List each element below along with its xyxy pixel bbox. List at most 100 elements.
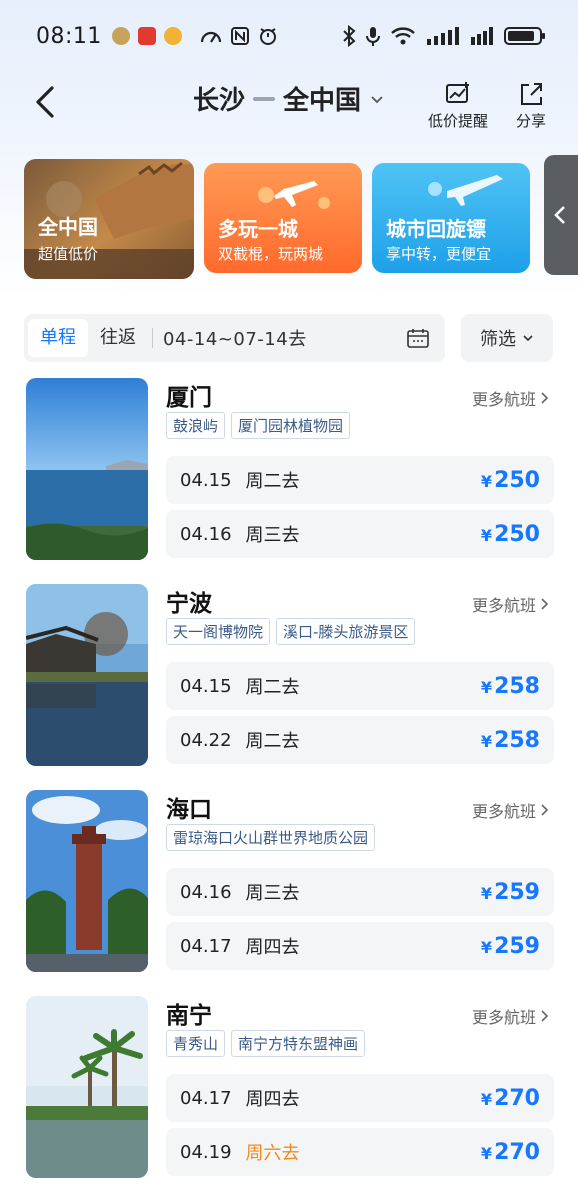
price-alert-button[interactable]: 低价提醒 <box>428 80 488 131</box>
price-value: 270 <box>494 1085 540 1111</box>
currency-symbol: ¥ <box>480 471 493 491</box>
route-selector[interactable]: 长沙 全中国 <box>0 80 578 117</box>
chevron-down-icon <box>523 335 533 342</box>
chevron-right-icon <box>541 804 549 816</box>
more-flights-label: 更多航班 <box>471 1008 536 1027</box>
more-flights-link[interactable]: 更多航班 <box>472 386 550 410</box>
destination-card-nanning[interactable]: 南宁 更多航班 青秀山 南宁方特东盟神画 04.17 周四去 ¥270 04.1… <box>24 996 554 1184</box>
flight-row[interactable]: 04.15 周二去 ¥250 <box>166 456 554 504</box>
destination-card-xiamen[interactable]: 厦门 更多航班 鼓浪屿 厦门园林植物园 04.15 周二去 ¥250 04.16… <box>24 378 554 566</box>
flight-row[interactable]: 04.19 周六去 ¥270 <box>166 1128 554 1176</box>
flight-date: 04.17 <box>180 935 232 957</box>
flight-price: ¥258 <box>481 728 540 753</box>
flight-weekday: 周二去 <box>245 731 300 752</box>
wifi-icon <box>391 27 415 45</box>
flight-date: 04.16 <box>180 523 232 545</box>
destination-name: 厦门 <box>166 385 212 411</box>
attraction-tag: 天一阁博物院 <box>166 618 271 645</box>
filter-label: 筛选 <box>480 329 516 350</box>
more-flights-link[interactable]: 更多航班 <box>472 1004 550 1028</box>
promo-banners: 全中国 超值低价 多玩一城 双截棍，玩两城 城市回旋镖 享中转，更便宜 <box>24 155 530 281</box>
speed-icon <box>200 31 222 43</box>
banner-title: 多玩一城 <box>218 217 298 241</box>
flight-date: 04.16 <box>180 881 232 903</box>
flight-date: 04.17 <box>180 1087 232 1109</box>
banner-boomerang[interactable]: 城市回旋镖 享中转，更便宜 <box>372 163 530 273</box>
trip-type-selector: 单程 往返 04-14~07-14去 <box>24 314 445 362</box>
more-flights-label: 更多航班 <box>471 390 536 409</box>
flight-row[interactable]: 04.17 周四去 ¥259 <box>166 922 554 970</box>
date-range[interactable]: 04-14~07-14去 <box>163 325 307 351</box>
top-nav-bar: 长沙 全中国 低价提醒 分享 <box>0 72 578 138</box>
banner-subtitle: 超值低价 <box>38 245 99 263</box>
flight-price: ¥258 <box>481 674 540 699</box>
bluetooth-icon <box>343 25 356 47</box>
destination-name: 南宁 <box>166 1003 212 1029</box>
share-icon <box>521 83 542 105</box>
more-flights-link[interactable]: 更多航班 <box>472 798 550 822</box>
destination-photo <box>26 378 148 560</box>
banner-title: 城市回旋镖 <box>386 217 486 241</box>
chart-alert-icon <box>446 82 469 103</box>
currency-symbol: ¥ <box>480 883 493 903</box>
attraction-tag: 青秀山 <box>166 1030 226 1057</box>
flight-row[interactable]: 04.17 周四去 ¥270 <box>166 1074 554 1122</box>
more-flights-label: 更多航班 <box>471 596 536 615</box>
signal-icon <box>427 27 459 45</box>
attraction-tag: 雷琼海口火山群世界地质公园 <box>166 824 376 851</box>
flight-weekday: 周四去 <box>245 1089 300 1110</box>
flight-weekday: 周二去 <box>245 471 300 492</box>
flight-row[interactable]: 04.15 周二去 ¥258 <box>166 662 554 710</box>
flight-weekday: 周四去 <box>245 937 300 958</box>
currency-symbol: ¥ <box>480 937 493 957</box>
flight-row[interactable]: 04.16 周三去 ¥259 <box>166 868 554 916</box>
price-value: 258 <box>494 673 540 699</box>
tab-roundtrip[interactable]: 往返 <box>88 319 148 357</box>
flight-weekday: 周三去 <box>245 525 300 546</box>
flight-row[interactable]: 04.22 周二去 ¥258 <box>166 716 554 764</box>
calendar-icon[interactable] <box>407 328 429 348</box>
chevron-left-icon <box>554 206 565 224</box>
destination-card-ningbo[interactable]: 宁波 更多航班 天一阁博物院 溪口-滕头旅游景区 04.15 周二去 ¥258 … <box>24 584 554 772</box>
price-value: 270 <box>494 1139 540 1165</box>
currency-symbol: ¥ <box>480 731 493 751</box>
signal-icon <box>471 27 493 45</box>
destination-photo <box>26 790 148 972</box>
flight-date: 04.19 <box>180 1141 232 1163</box>
divider <box>152 328 153 348</box>
flight-price: ¥250 <box>481 468 540 493</box>
banner-multi-city[interactable]: 多玩一城 双截棍，玩两城 <box>204 163 362 273</box>
destination-card-haikou[interactable]: 海口 更多航班 雷琼海口火山群世界地质公园 04.16 周三去 ¥259 04.… <box>24 790 554 978</box>
flight-price: ¥270 <box>481 1140 540 1165</box>
filter-button[interactable]: 筛选 <box>461 314 553 362</box>
flight-date: 04.15 <box>180 675 232 697</box>
notification-app-icon <box>163 27 182 45</box>
flight-price: ¥270 <box>481 1086 540 1111</box>
price-value: 250 <box>494 467 540 493</box>
nfc-icon <box>230 27 249 45</box>
chevron-right-icon <box>541 392 549 404</box>
destination-photo <box>26 996 148 1178</box>
attraction-tag: 南宁方特东盟神画 <box>231 1030 366 1057</box>
flight-row[interactable]: 04.16 周三去 ¥250 <box>166 510 554 558</box>
notification-app-icon <box>111 27 130 45</box>
plane-icon <box>428 175 503 206</box>
currency-symbol: ¥ <box>480 677 493 697</box>
attraction-tag: 厦门园林植物园 <box>231 412 351 439</box>
destination-name: 宁波 <box>166 591 212 617</box>
route-arrow-icon <box>253 96 275 101</box>
flight-price: ¥259 <box>481 880 540 905</box>
tab-oneway[interactable]: 单程 <box>28 319 88 357</box>
filter-row: 单程 往返 04-14~07-14去 筛选 <box>24 314 554 362</box>
status-bar: 08:11 <box>0 0 578 72</box>
share-button[interactable]: 分享 <box>516 80 546 131</box>
banner-all-china[interactable]: 全中国 超值低价 <box>24 159 194 279</box>
more-flights-label: 更多航班 <box>471 802 536 821</box>
side-drawer-tab[interactable] <box>544 155 578 275</box>
more-flights-link[interactable]: 更多航班 <box>472 592 550 616</box>
flight-price: ¥250 <box>481 522 540 547</box>
flight-weekday: 周二去 <box>245 677 300 698</box>
flight-date: 04.22 <box>180 729 232 751</box>
price-value: 259 <box>494 933 540 959</box>
price-alert-label: 低价提醒 <box>428 112 489 130</box>
